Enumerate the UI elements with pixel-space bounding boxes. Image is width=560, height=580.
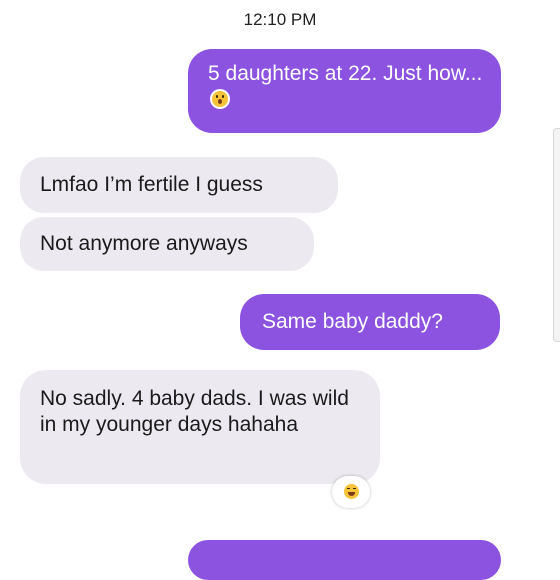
incoming-message-bubble[interactable]: No sadly. 4 baby dads. I was wild in my … xyxy=(20,370,380,484)
message-text: Not anymore anyways xyxy=(40,232,248,255)
message-text: No sadly. 4 baby dads. I was wild in my … xyxy=(40,387,355,436)
message-text: 5 daughters at 22. Just how... xyxy=(208,62,483,85)
outgoing-message-bubble[interactable]: 5 daughters at 22. Just how... xyxy=(188,49,501,133)
outgoing-message-bubble[interactable]: Same baby daddy? xyxy=(240,294,500,350)
message-timestamp: 12:10 PM xyxy=(243,10,317,29)
laughing-emoji-icon xyxy=(344,484,359,499)
chat-screen: 12:10 PM 5 daughters at 22. Just how... … xyxy=(0,0,560,580)
scrollbar[interactable] xyxy=(553,128,560,342)
laughing-reaction-badge[interactable] xyxy=(332,476,370,508)
incoming-message-bubble[interactable]: Not anymore anyways xyxy=(20,217,314,271)
incoming-message-bubble[interactable]: Lmfao I’m fertile I guess xyxy=(20,157,338,213)
astonished-face-emoji-icon xyxy=(210,89,230,109)
message-text: Lmfao I’m fertile I guess xyxy=(40,173,263,196)
outgoing-message-bubble[interactable] xyxy=(188,540,501,580)
message-text: Same baby daddy? xyxy=(262,310,443,333)
